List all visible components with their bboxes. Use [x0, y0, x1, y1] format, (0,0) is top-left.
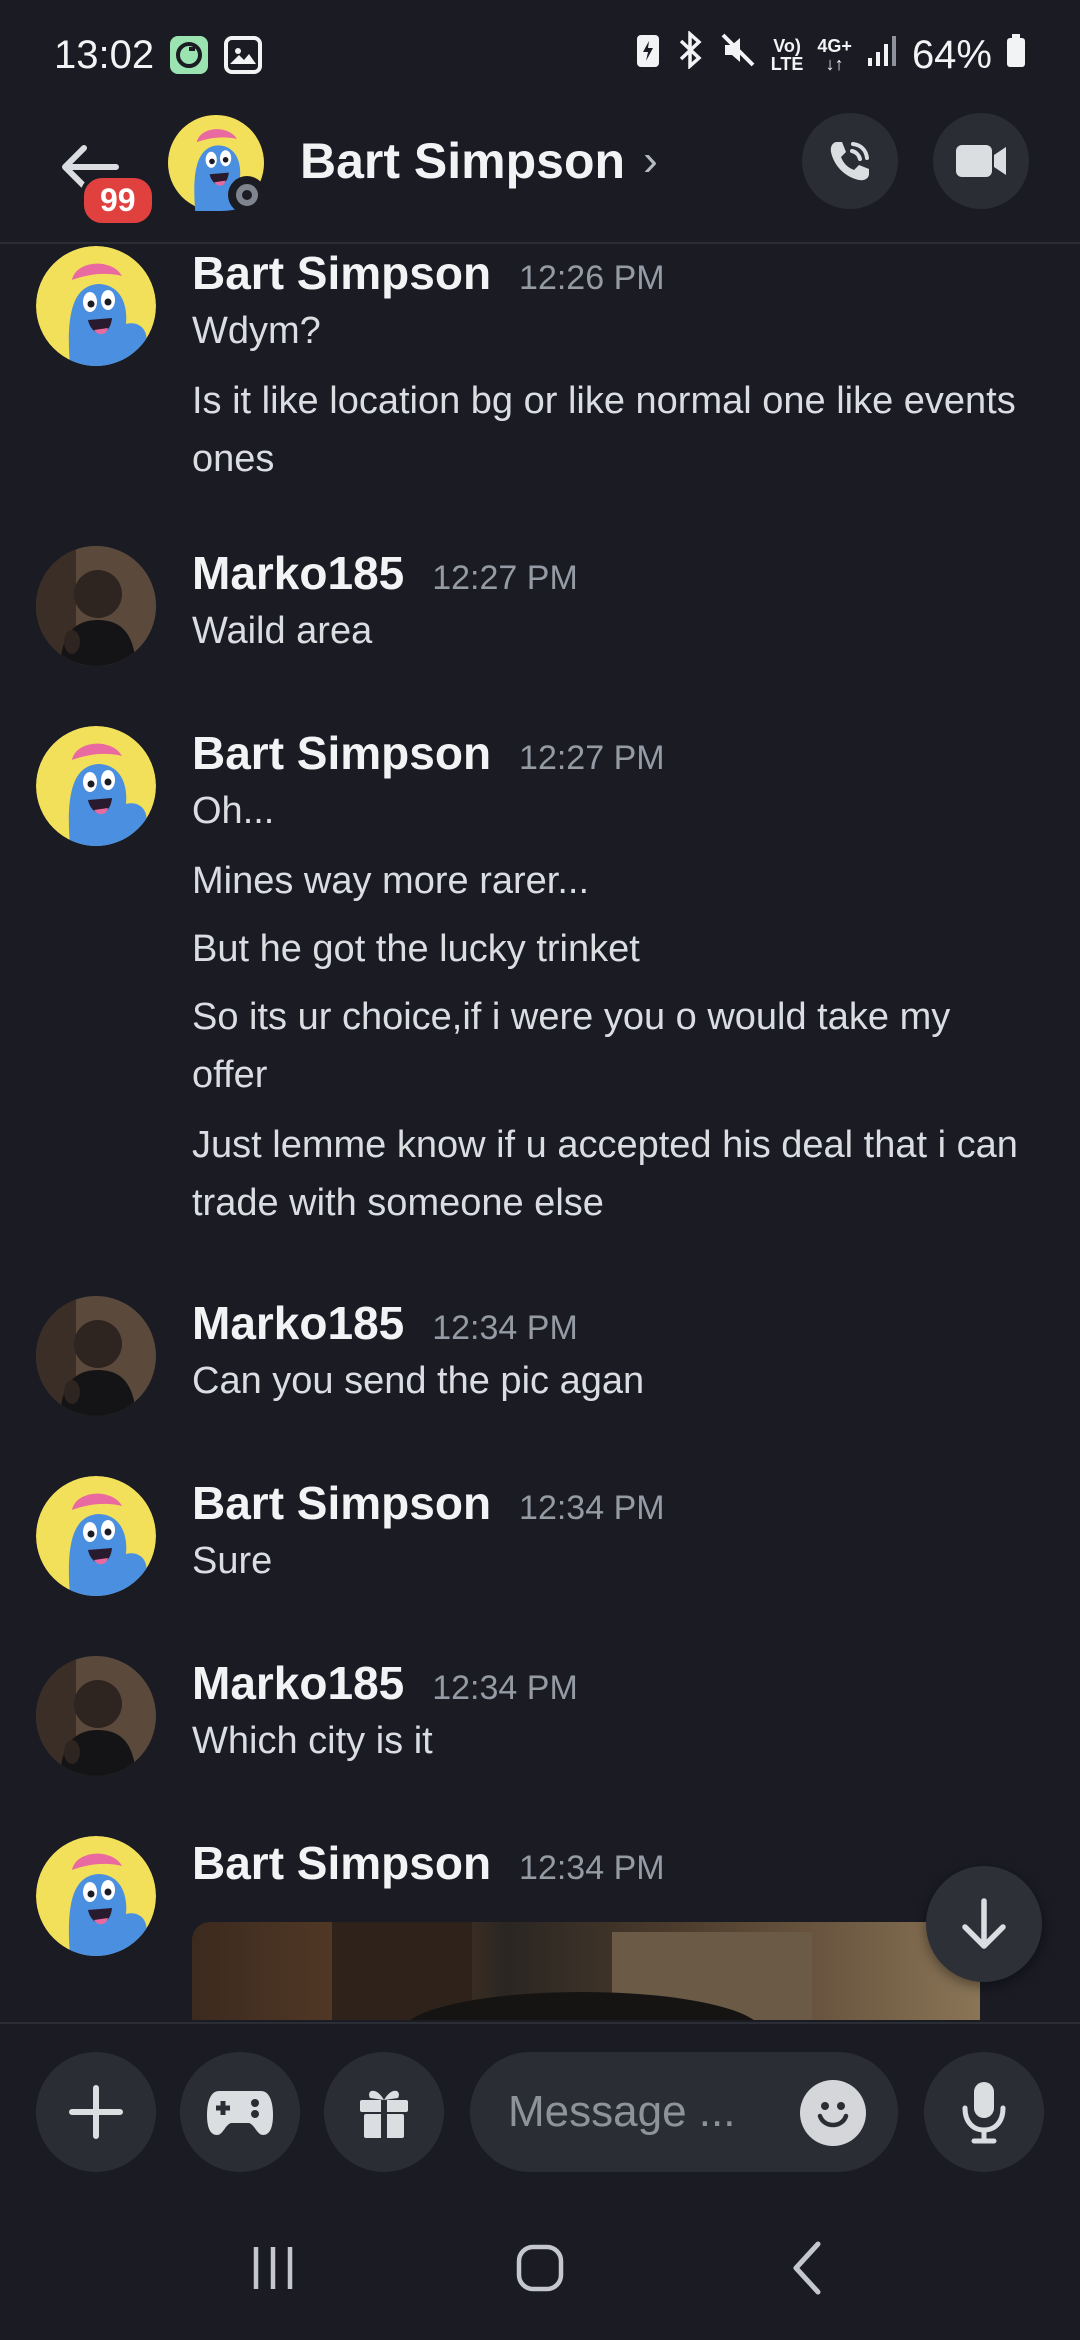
- avatar[interactable]: [36, 1656, 156, 1776]
- recent-apps-icon: [254, 2246, 293, 2289]
- video-camera-icon: [956, 145, 1006, 177]
- avatar[interactable]: [36, 726, 156, 846]
- volte-indicator: Vo) LTE: [770, 36, 804, 74]
- gift-icon: [360, 2090, 408, 2138]
- timestamp: 12:34 PM: [519, 1849, 665, 1887]
- message-list[interactable]: Bart Simpson 12:26 PM Wdym? Is it like l…: [0, 246, 1080, 2020]
- gift-button[interactable]: [324, 2052, 444, 2172]
- clock: 13:02: [54, 32, 155, 77]
- avatar[interactable]: [36, 1836, 156, 1956]
- battery-percent: 64%: [911, 32, 992, 77]
- status-offline-indicator: [228, 176, 266, 214]
- mute-icon: [719, 31, 757, 79]
- recent-apps-button[interactable]: [248, 2243, 298, 2298]
- add-attachment-button[interactable]: [36, 2052, 156, 2172]
- message-composer: [0, 2022, 1080, 2200]
- status-bar: 13:02 Vo) LTE 4G+ ↓↑ 64%: [0, 0, 1080, 110]
- author-name[interactable]: Marko185: [192, 1656, 404, 1710]
- author-name[interactable]: Bart Simpson: [192, 246, 491, 300]
- home-icon: [516, 2244, 564, 2291]
- network-type-indicator: 4G+ ↓↑: [817, 36, 852, 74]
- timestamp: 12:26 PM: [519, 259, 665, 297]
- image-attachment[interactable]: [192, 1922, 980, 2020]
- message-input[interactable]: [508, 2087, 768, 2137]
- video-call-button[interactable]: [933, 113, 1029, 209]
- message-text[interactable]: Oh...: [192, 782, 1022, 840]
- system-navigation-bar: [0, 2200, 1080, 2340]
- message-text[interactable]: Sure: [192, 1532, 1022, 1590]
- microphone-icon: [962, 2082, 1006, 2144]
- message-text[interactable]: Waild area: [192, 602, 1022, 660]
- avatar[interactable]: [36, 1296, 156, 1416]
- avatar[interactable]: [36, 546, 156, 666]
- bluetooth-icon: [675, 30, 705, 79]
- voice-message-button[interactable]: [924, 2052, 1044, 2172]
- system-back-button[interactable]: [782, 2240, 832, 2301]
- activities-button[interactable]: [180, 2052, 300, 2172]
- timestamp: 12:27 PM: [519, 739, 665, 777]
- timestamp: 12:34 PM: [519, 1489, 665, 1527]
- phone-call-icon: [830, 142, 869, 181]
- unread-badge: 99: [80, 174, 156, 227]
- arrow-down-icon: [962, 1898, 1006, 1949]
- signal-icon: [866, 33, 898, 78]
- emoji-icon: [817, 2102, 849, 2128]
- chat-header: 99 Bart Simpson ›: [0, 110, 1080, 244]
- message-text[interactable]: Is it like location bg or like normal on…: [192, 372, 1022, 488]
- message-input-container[interactable]: [470, 2052, 898, 2172]
- channel-title[interactable]: Bart Simpson ›: [300, 132, 658, 190]
- message-text[interactable]: Wdym?: [192, 302, 1022, 360]
- home-button[interactable]: [515, 2243, 565, 2298]
- author-name[interactable]: Bart Simpson: [192, 726, 491, 780]
- avatar[interactable]: [36, 1476, 156, 1596]
- author-name[interactable]: Bart Simpson: [192, 1836, 491, 1890]
- timestamp: 12:34 PM: [432, 1669, 578, 1707]
- message-text[interactable]: But he got the lucky trinket: [192, 920, 1022, 978]
- message-text[interactable]: So its ur choice,if i were you o would t…: [192, 988, 1022, 1104]
- plus-icon: [69, 2085, 123, 2139]
- message-text[interactable]: Mines way more rarer...: [192, 852, 1022, 910]
- message-text[interactable]: Which city is it: [192, 1712, 1022, 1770]
- battery-saver-icon: [635, 31, 661, 79]
- emoji-button[interactable]: [800, 2080, 866, 2146]
- channel-name: Bart Simpson: [300, 133, 626, 189]
- author-name[interactable]: Bart Simpson: [192, 1476, 491, 1530]
- music-app-icon: [170, 36, 209, 74]
- chevron-left-icon: [793, 2241, 821, 2294]
- timestamp: 12:27 PM: [432, 559, 578, 597]
- voice-call-button[interactable]: [802, 113, 898, 209]
- author-name[interactable]: Marko185: [192, 1296, 404, 1350]
- timestamp: 12:34 PM: [432, 1309, 578, 1347]
- avatar[interactable]: [36, 246, 156, 366]
- gamepad-icon: [207, 2091, 273, 2135]
- gallery-icon: [224, 36, 263, 74]
- message-text[interactable]: Can you send the pic agan: [192, 1352, 1022, 1410]
- jump-to-latest-button[interactable]: [926, 1866, 1042, 1982]
- chevron-right-icon: ›: [643, 136, 658, 185]
- message-text[interactable]: Just lemme know if u accepted his deal t…: [192, 1116, 1022, 1232]
- author-name[interactable]: Marko185: [192, 546, 404, 600]
- battery-icon: [1006, 33, 1026, 78]
